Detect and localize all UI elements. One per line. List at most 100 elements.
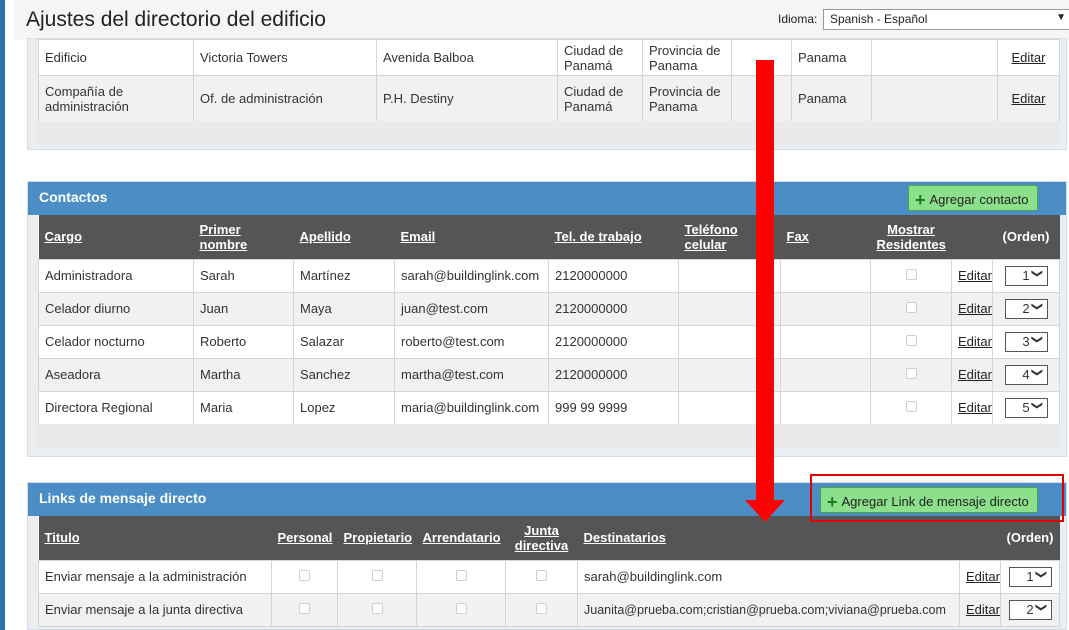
links-header-row: Titulo Personal Propietario Arrendatario…	[38, 516, 1060, 560]
link-titulo: Enviar mensaje a la administración	[38, 559, 272, 594]
contact-tel: 999 99 9999	[548, 390, 679, 425]
building-row: Edificio Victoria Towers Avenida Balboa …	[38, 39, 1060, 76]
chevron-down-icon: ❯	[1031, 301, 1044, 311]
col-apellido[interactable]: Apellido	[293, 215, 395, 259]
page-title: Ajustes del directorio del edificio	[26, 8, 326, 31]
order-select[interactable]: 1 ❯	[1008, 566, 1052, 587]
show-residents-checkbox[interactable]	[905, 401, 917, 412]
building-city: Ciudad de Panamá	[557, 75, 643, 122]
personal-checkbox[interactable]	[299, 570, 310, 581]
table-row: Aseadora Martha Sanchez martha@test.com …	[38, 357, 1060, 392]
building-table: Edificio Victoria Towers Avenida Balboa …	[38, 39, 1060, 122]
col-junta-directiva[interactable]: Junta directiva	[505, 516, 578, 560]
col-blank	[951, 215, 993, 259]
col-fax[interactable]: Fax	[780, 215, 871, 259]
order-value: 1	[1026, 568, 1034, 584]
language-label: Idioma:	[778, 12, 818, 26]
links-title: Links de mensaje directo	[39, 490, 207, 506]
col-tel-trabajo[interactable]: Tel. de trabajo	[548, 215, 679, 259]
link-destinatarios: Juanita@prueba.com;cristian@prueba.com;v…	[577, 592, 960, 627]
order-select[interactable]: 2 ❯	[1008, 599, 1052, 620]
show-residents-checkbox[interactable]	[905, 269, 917, 280]
col-destinatarios[interactable]: Destinatarios	[577, 516, 960, 560]
contact-email: sarah@buildinglink.com	[394, 258, 549, 293]
edit-link[interactable]: Editar	[958, 400, 992, 415]
table-row: Enviar mensaje a la administración sarah…	[38, 559, 1060, 594]
chevron-down-icon: ▼	[1056, 12, 1066, 23]
col-email[interactable]: Email	[394, 215, 549, 259]
table-footer	[38, 424, 1059, 448]
link-titulo: Enviar mensaje a la junta directiva	[38, 592, 272, 627]
table-row: Celador nocturno Roberto Salazar roberto…	[38, 324, 1060, 359]
building-type: Edificio	[38, 39, 194, 76]
order-select[interactable]: 1 ❯	[1004, 265, 1048, 286]
contact-fax	[780, 258, 871, 293]
edit-link[interactable]: Editar	[958, 268, 992, 283]
building-city: Ciudad de Panamá	[557, 39, 643, 76]
edit-link[interactable]: Editar	[958, 301, 992, 316]
contact-apellido: Salazar	[293, 324, 395, 359]
contact-fax	[780, 357, 871, 392]
order-value: 4	[1022, 366, 1030, 382]
col-primer-nombre[interactable]: Primer nombre	[193, 215, 294, 259]
edit-link[interactable]: Editar	[1012, 50, 1046, 65]
contact-tel: 2120000000	[548, 258, 679, 293]
propietario-checkbox[interactable]	[371, 603, 383, 614]
edit-link[interactable]: Editar	[966, 569, 1000, 584]
contact-fax	[780, 291, 871, 326]
propietario-checkbox[interactable]	[371, 570, 383, 581]
order-select[interactable]: 3 ❯	[1004, 331, 1048, 352]
language-select[interactable]: Spanish - Español ▼	[823, 9, 1069, 30]
chevron-down-icon: ❯	[1031, 400, 1044, 410]
edit-link[interactable]: Editar	[958, 334, 992, 349]
building-type: Compañía de administración	[38, 75, 194, 122]
contact-email: maria@buildinglink.com	[394, 390, 549, 425]
arrendatario-checkbox[interactable]	[455, 603, 467, 614]
add-contact-button[interactable]: + Agregar contacto	[908, 185, 1038, 211]
edit-link[interactable]: Editar	[958, 367, 992, 382]
table-row: Celador diurno Juan Maya juan@test.com 2…	[38, 291, 1060, 326]
show-residents-checkbox[interactable]	[905, 368, 917, 379]
page-header: Ajustes del directorio del edificio Idio…	[14, 0, 1069, 40]
chevron-down-icon: ❯	[1031, 367, 1044, 377]
col-personal[interactable]: Personal	[271, 516, 338, 560]
annotation-arrow-head	[745, 500, 785, 522]
order-select[interactable]: 4 ❯	[1004, 364, 1048, 385]
link-destinatarios: sarah@buildinglink.com	[577, 559, 960, 594]
chevron-down-icon: ❯	[1035, 602, 1048, 612]
contact-nombre: Maria	[193, 390, 294, 425]
order-value: 5	[1022, 399, 1030, 415]
order-value: 2	[1022, 300, 1030, 316]
show-residents-checkbox[interactable]	[905, 302, 917, 313]
order-select[interactable]: 2 ❯	[1004, 298, 1048, 319]
contact-tel: 2120000000	[548, 357, 679, 392]
building-province: Provincia de Panama	[642, 75, 732, 122]
col-mostrar-residentes[interactable]: Mostrar Residentes	[870, 215, 952, 259]
edit-link[interactable]: Editar	[966, 602, 1000, 617]
col-propietario[interactable]: Propietario	[337, 516, 417, 560]
col-titulo[interactable]: Titulo	[38, 516, 272, 560]
contacts-header: Contactos + Agregar contacto	[28, 182, 1066, 215]
table-footer	[38, 121, 1059, 145]
personal-checkbox[interactable]	[299, 603, 310, 614]
junta-directiva-checkbox[interactable]	[536, 570, 547, 581]
building-name: Of. de administración	[193, 75, 377, 122]
annotation-arrow-shaft	[756, 60, 774, 502]
order-select[interactable]: 5 ❯	[1004, 397, 1048, 418]
contact-cargo: Directora Regional	[38, 390, 194, 425]
order-value: 2	[1026, 601, 1034, 617]
plus-icon: +	[915, 190, 926, 210]
edit-link[interactable]: Editar	[1012, 91, 1046, 106]
col-arrendatario[interactable]: Arrendatario	[416, 516, 506, 560]
junta-directiva-checkbox[interactable]	[536, 603, 547, 614]
col-cargo[interactable]: Cargo	[38, 215, 194, 259]
building-panel: Edificio Victoria Towers Avenida Balboa …	[27, 38, 1067, 150]
left-rail	[0, 0, 5, 630]
arrendatario-checkbox[interactable]	[455, 570, 467, 581]
contact-tel: 2120000000	[548, 291, 679, 326]
show-residents-checkbox[interactable]	[905, 335, 917, 346]
contact-apellido: Sanchez	[293, 357, 395, 392]
building-blank2	[871, 75, 998, 122]
links-table: Titulo Personal Propietario Arrendatario…	[38, 516, 1060, 627]
building-country: Panama	[791, 75, 872, 122]
